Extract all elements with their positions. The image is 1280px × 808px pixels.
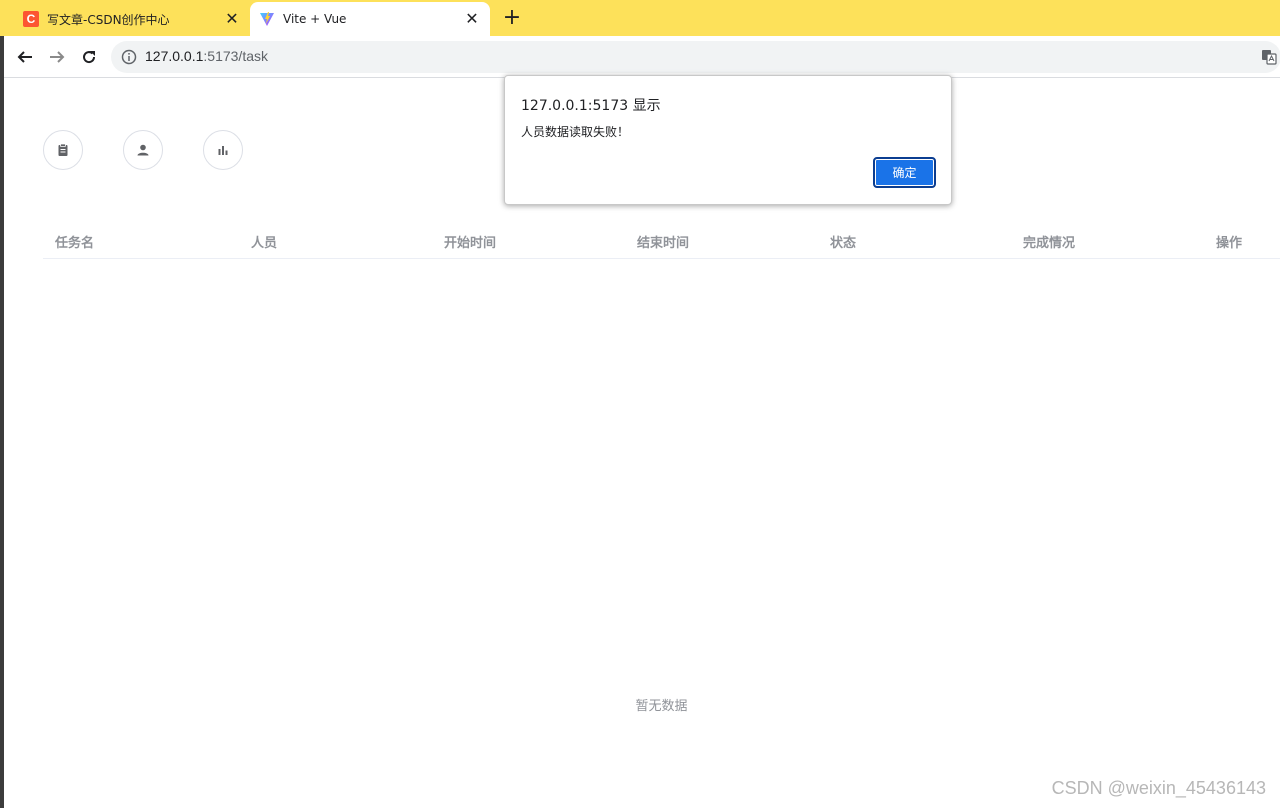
person-nav-button[interactable] <box>123 130 163 170</box>
task-table: 任务名 人员 开始时间 结束时间 状态 完成情况 操作 暂无数据 <box>43 220 1280 714</box>
url-host: 127.0.0.1 <box>145 48 204 64</box>
background-window-edge <box>0 36 4 808</box>
browser-toolbar: 127.0.0.1:5173/task <box>4 36 1280 78</box>
alert-dialog: 127.0.0.1:5173 显示 人员数据读取失败！ 确定 <box>504 75 952 205</box>
column-header-end-time: 结束时间 <box>637 236 690 251</box>
vite-icon <box>259 11 275 27</box>
close-icon[interactable]: ✕ <box>464 11 480 27</box>
empty-state-text: 暂无数据 <box>635 699 688 714</box>
task-nav-button[interactable] <box>43 130 83 170</box>
column-header-completion: 完成情况 <box>1023 236 1076 251</box>
column-header-actions: 操作 <box>1216 236 1243 251</box>
ok-button[interactable]: 确定 <box>873 157 936 188</box>
tab-vite-vue[interactable]: Vite + Vue ✕ <box>250 2 490 36</box>
reload-icon <box>83 51 96 64</box>
column-header-start-time: 开始时间 <box>444 236 497 251</box>
chart-nav-button[interactable] <box>203 130 243 170</box>
back-button[interactable] <box>12 44 38 70</box>
csdn-icon: C <box>23 11 39 27</box>
task-icon <box>58 143 68 156</box>
tab-title: Vite + Vue <box>283 12 347 26</box>
chart-icon <box>218 146 228 155</box>
dialog-title: 127.0.0.1:5173 显示 <box>521 98 661 114</box>
person-icon <box>137 144 149 156</box>
info-icon[interactable] <box>121 49 137 65</box>
url-path: :5173/task <box>203 48 268 64</box>
forward-button[interactable] <box>44 44 70 70</box>
browser-tab-bar: C 写文章-CSDN创作中心 ✕ Vite + Vue ✕ + <box>0 0 1280 36</box>
tab-csdn[interactable]: C 写文章-CSDN创作中心 ✕ <box>14 2 250 36</box>
address-bar[interactable]: 127.0.0.1:5173/task <box>111 41 1280 73</box>
column-header-status: 状态 <box>830 236 857 251</box>
tab-title: 写文章-CSDN创作中心 <box>47 12 170 27</box>
translate-icon[interactable] <box>1261 49 1277 65</box>
new-tab-button[interactable]: + <box>502 7 522 29</box>
close-icon[interactable]: ✕ <box>224 11 240 27</box>
reload-button[interactable] <box>76 44 102 70</box>
table-header: 任务名 人员 开始时间 结束时间 状态 完成情况 操作 <box>43 220 1280 259</box>
column-header-task-name: 任务名 <box>55 236 95 251</box>
forward-arrow-icon <box>50 51 65 63</box>
back-arrow-icon <box>17 51 32 63</box>
dialog-message: 人员数据读取失败！ <box>521 125 630 139</box>
csdn-watermark: CSDN @weixin_45436143 <box>1051 778 1266 798</box>
url-text[interactable]: 127.0.0.1:5173/task <box>145 48 268 64</box>
column-header-person: 人员 <box>251 236 278 251</box>
